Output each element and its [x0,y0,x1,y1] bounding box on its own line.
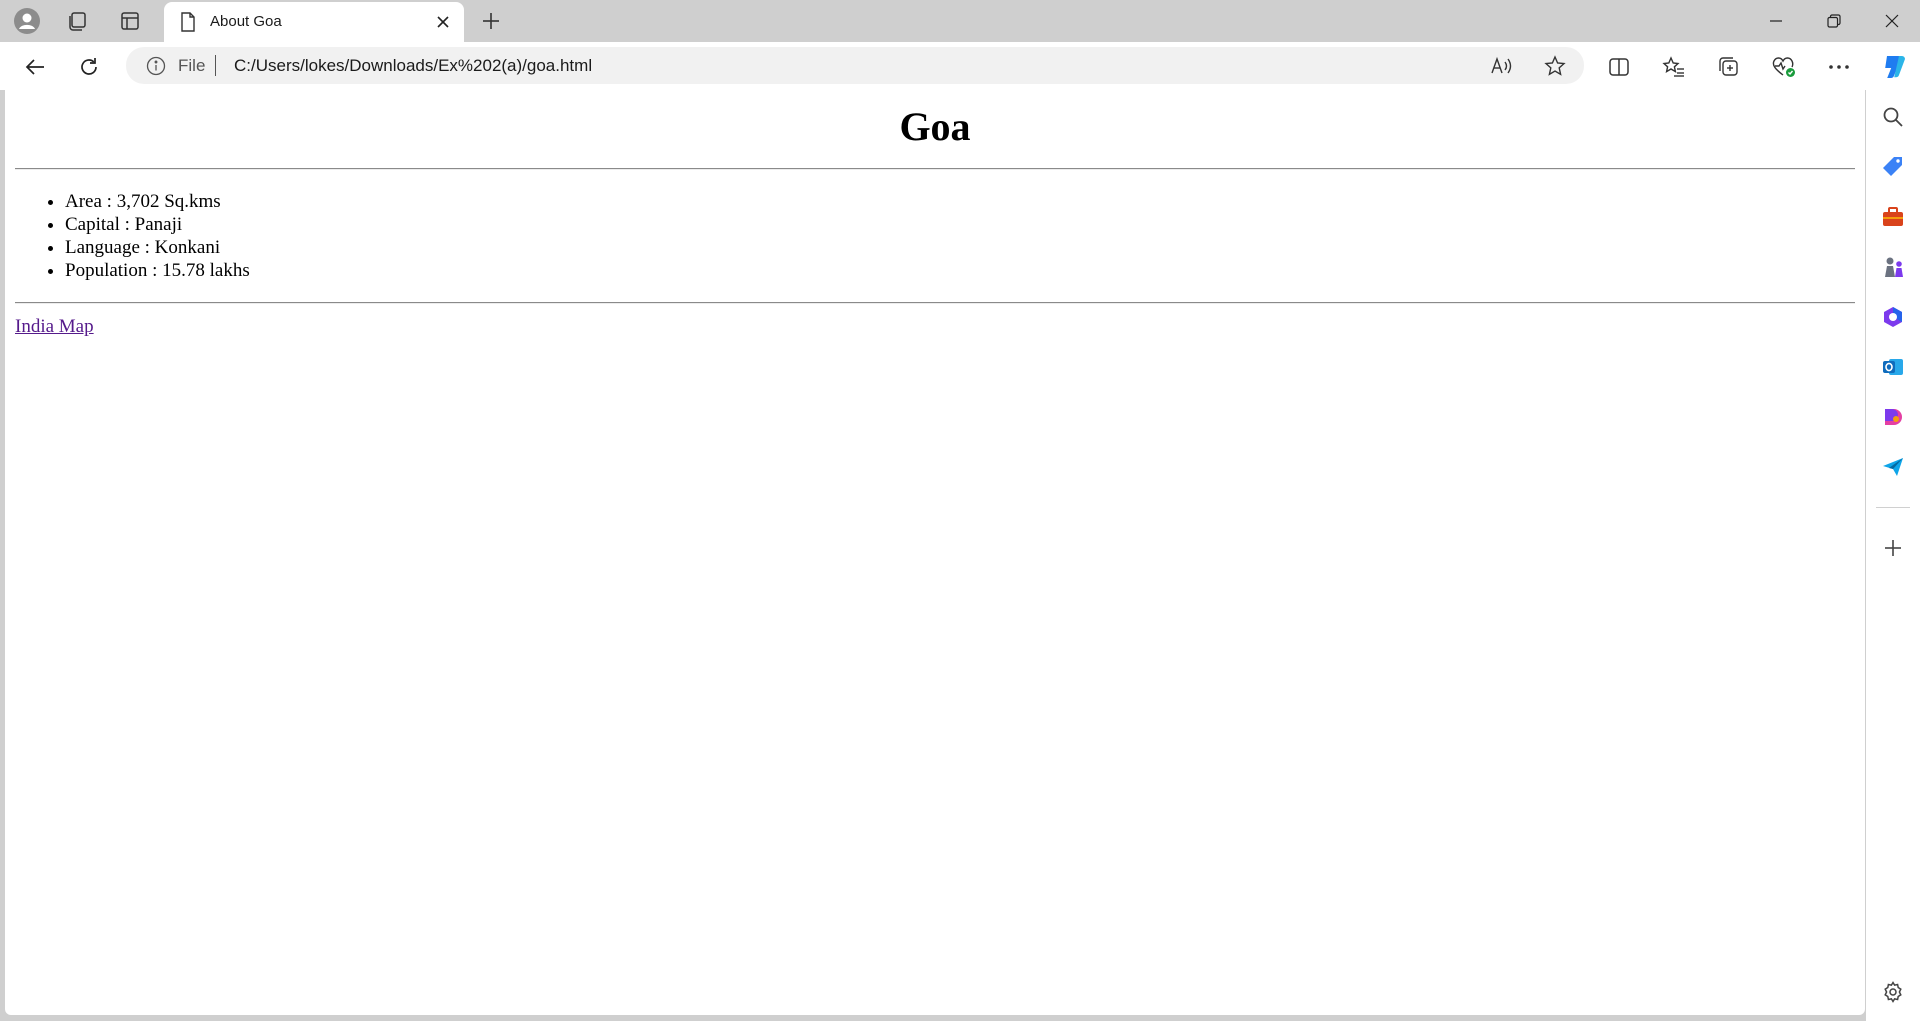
address-separator [215,55,216,76]
sidebar-divider [1876,507,1910,508]
send-icon[interactable] [1878,452,1908,482]
favorites-icon[interactable] [1657,50,1691,84]
edge-sidebar [1866,90,1920,1021]
m365-icon[interactable] [1878,302,1908,332]
title-bar: About Goa [0,0,1920,42]
split-screen-icon[interactable] [1602,50,1636,84]
protocol-label: File [178,56,206,75]
tab-actions-icon[interactable] [115,6,145,36]
facts-list: Area : 3,702 Sq.kms Capital : Panaji Lan… [65,190,1855,282]
profile-icon[interactable] [12,6,42,36]
copilot-icon[interactable] [1876,50,1910,84]
restore-button[interactable] [1806,0,1862,42]
new-tab-plus-icon[interactable] [476,6,506,36]
favorite-star-icon[interactable] [1542,53,1568,79]
window-bottom-edge [0,1015,1866,1021]
close-window-button[interactable] [1864,0,1920,42]
tab-title: About Goa [210,13,282,30]
divider-bottom [15,302,1855,304]
heart-pulse-icon[interactable] [1767,50,1801,84]
fact-capital: Capital : Panaji [65,213,1855,236]
page-heading: Goa [899,104,971,149]
address-bar[interactable]: File C:/Users/lokes/Downloads/Ex%202(a)/… [126,47,1584,84]
page-body: Goa Area : 3,702 Sq.kms Capital : Panaji… [5,100,1865,338]
back-arrow-icon[interactable] [18,50,52,84]
collections-icon[interactable] [1712,50,1746,84]
fact-area: Area : 3,702 Sq.kms [65,190,1855,213]
close-tab-icon[interactable] [430,9,456,35]
india-map-link[interactable]: India Map [15,316,94,338]
url-text[interactable]: C:/Users/lokes/Downloads/Ex%202(a)/goa.h… [234,56,592,76]
refresh-icon[interactable] [72,50,106,84]
page-icon [178,12,198,32]
settings-icon[interactable] [1878,977,1908,1007]
add-icon[interactable] [1878,533,1908,563]
games-icon[interactable] [1878,252,1908,282]
info-icon[interactable] [146,56,166,76]
page-viewport: Goa Area : 3,702 Sq.kms Capital : Panaji… [5,90,1865,1015]
more-icon[interactable] [1822,50,1856,84]
workspaces-icon[interactable] [62,6,92,36]
minimize-button[interactable] [1748,0,1804,42]
outlook-icon[interactable] [1878,352,1908,382]
search-icon[interactable] [1878,102,1908,132]
shopping-tag-icon[interactable] [1878,152,1908,182]
divider-top [15,168,1855,170]
fact-population: Population : 15.78 lakhs [65,259,1855,282]
fact-language: Language : Konkani [65,236,1855,259]
toolbar: File C:/Users/lokes/Downloads/Ex%202(a)/… [0,42,1920,90]
designer-icon[interactable] [1878,402,1908,432]
tools-briefcase-icon[interactable] [1878,202,1908,232]
read-aloud-icon[interactable] [1488,53,1514,79]
tab-about-goa[interactable]: About Goa [164,2,464,42]
